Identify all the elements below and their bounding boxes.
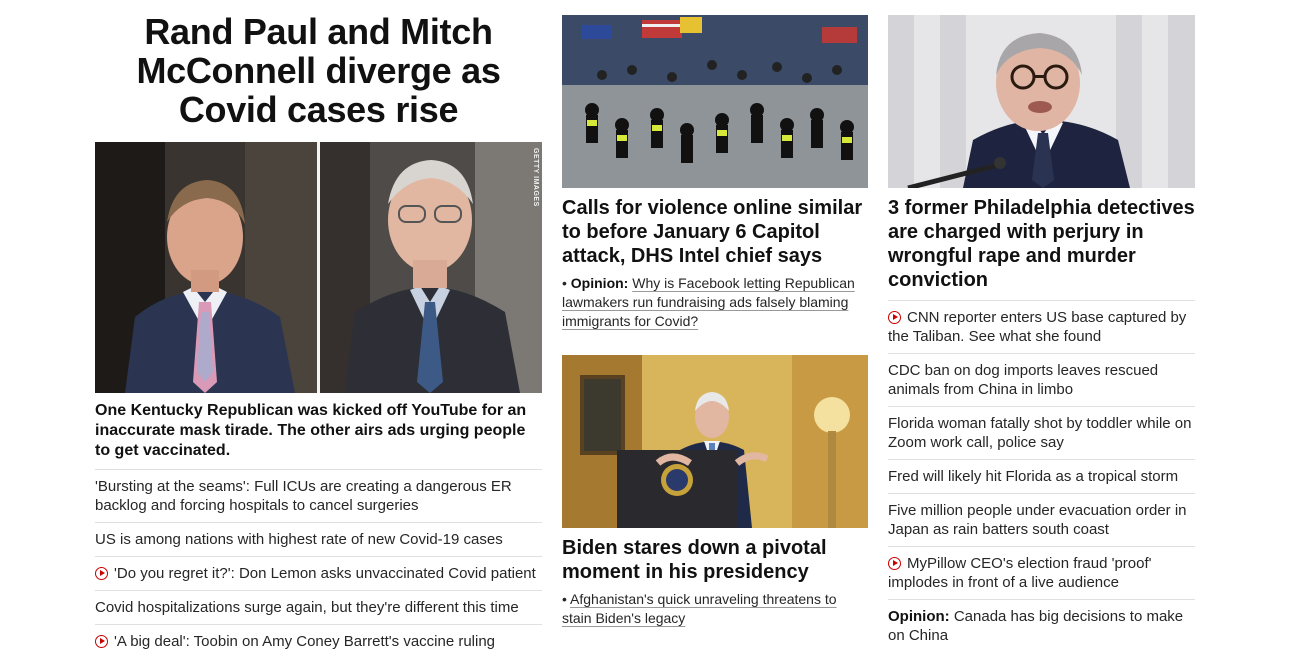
list-item[interactable]: Fred will likely hit Florida as a tropic… bbox=[888, 459, 1195, 493]
list-item[interactable]: Covid hospitalizations surge again, but … bbox=[95, 590, 542, 624]
capitol-photo[interactable] bbox=[562, 15, 868, 188]
lead-headline[interactable]: Rand Paul and Mitch McConnell diverge as… bbox=[95, 12, 542, 129]
biden-podium-photo bbox=[562, 355, 868, 528]
lead-photo[interactable]: GETTY IMAGES bbox=[95, 142, 542, 393]
middle-column: Calls for violence online similar to bef… bbox=[562, 15, 868, 628]
list-item-text: Fred will likely hit Florida as a tropic… bbox=[888, 468, 1179, 485]
play-icon bbox=[888, 311, 901, 324]
lead-subhead[interactable]: One Kentucky Republican was kicked off Y… bbox=[95, 401, 542, 461]
list-item[interactable]: CDC ban on dog imports leaves rescued an… bbox=[888, 353, 1195, 406]
list-item[interactable]: MyPillow CEO's election fraud 'proof' im… bbox=[888, 546, 1195, 599]
list-item-text: US is among nations with highest rate of… bbox=[95, 531, 503, 548]
play-icon bbox=[95, 635, 108, 648]
right-headline-list: CNN reporter enters US base captured by … bbox=[888, 300, 1195, 652]
story-title-philadelphia[interactable]: 3 former Philadelphia detectives are cha… bbox=[888, 196, 1195, 292]
list-item[interactable]: 'A big deal': Toobin on Amy Coney Barret… bbox=[95, 624, 542, 658]
krasner-photo[interactable] bbox=[888, 15, 1195, 188]
photo-credit: GETTY IMAGES bbox=[532, 148, 539, 207]
list-item[interactable]: 'Bursting at the seams': Full ICUs are c… bbox=[95, 469, 542, 522]
list-item-text: Florida woman fatally shot by toddler wh… bbox=[888, 415, 1192, 451]
list-item[interactable]: Florida woman fatally shot by toddler wh… bbox=[888, 406, 1195, 459]
list-item-text: Covid hospitalizations surge again, but … bbox=[95, 599, 519, 616]
list-item[interactable]: US is among nations with highest rate of… bbox=[95, 522, 542, 556]
lead-story: Rand Paul and Mitch McConnell diverge as… bbox=[95, 12, 542, 658]
story-sub-afghanistan[interactable]: • Afghanistan's quick unraveling threate… bbox=[562, 590, 868, 628]
list-item-text: 'A big deal': Toobin on Amy Coney Barret… bbox=[114, 633, 496, 650]
list-item[interactable]: Five million people under evacuation ord… bbox=[888, 493, 1195, 546]
play-icon bbox=[888, 557, 901, 570]
paul-mcconnell-photo bbox=[95, 142, 542, 393]
list-item-text: CNN reporter enters US base captured by … bbox=[888, 309, 1187, 345]
biden-photo[interactable] bbox=[562, 355, 868, 528]
list-item-text: CDC ban on dog imports leaves rescued an… bbox=[888, 362, 1159, 398]
list-item-text: Five million people under evacuation ord… bbox=[888, 502, 1187, 538]
opinion-label: Opinion: bbox=[570, 275, 629, 291]
philadelphia-da-photo bbox=[888, 15, 1195, 188]
list-item-text: 'Do you regret it?': Don Lemon asks unva… bbox=[114, 565, 536, 582]
right-column: 3 former Philadelphia detectives are cha… bbox=[888, 15, 1195, 652]
capitol-riot-photo bbox=[562, 15, 868, 188]
lead-related-list: 'Bursting at the seams': Full ICUs are c… bbox=[95, 469, 542, 658]
list-item-text: 'Bursting at the seams': Full ICUs are c… bbox=[95, 478, 512, 514]
list-item[interactable]: 'Do you regret it?': Don Lemon asks unva… bbox=[95, 556, 542, 590]
list-item[interactable]: Opinion: Canada has big decisions to mak… bbox=[888, 599, 1195, 652]
story-title-dhs[interactable]: Calls for violence online similar to bef… bbox=[562, 196, 868, 268]
opinion-label: Opinion: bbox=[888, 608, 950, 625]
story-title-biden[interactable]: Biden stares down a pivotal moment in hi… bbox=[562, 536, 868, 584]
list-item-text: MyPillow CEO's election fraud 'proof' im… bbox=[888, 555, 1152, 591]
list-item[interactable]: CNN reporter enters US base captured by … bbox=[888, 300, 1195, 353]
afghanistan-link[interactable]: Afghanistan's quick unraveling threatens… bbox=[562, 591, 837, 626]
play-icon bbox=[95, 567, 108, 580]
story-sub-opinion[interactable]: • Opinion: Why is Facebook letting Repub… bbox=[562, 274, 868, 331]
